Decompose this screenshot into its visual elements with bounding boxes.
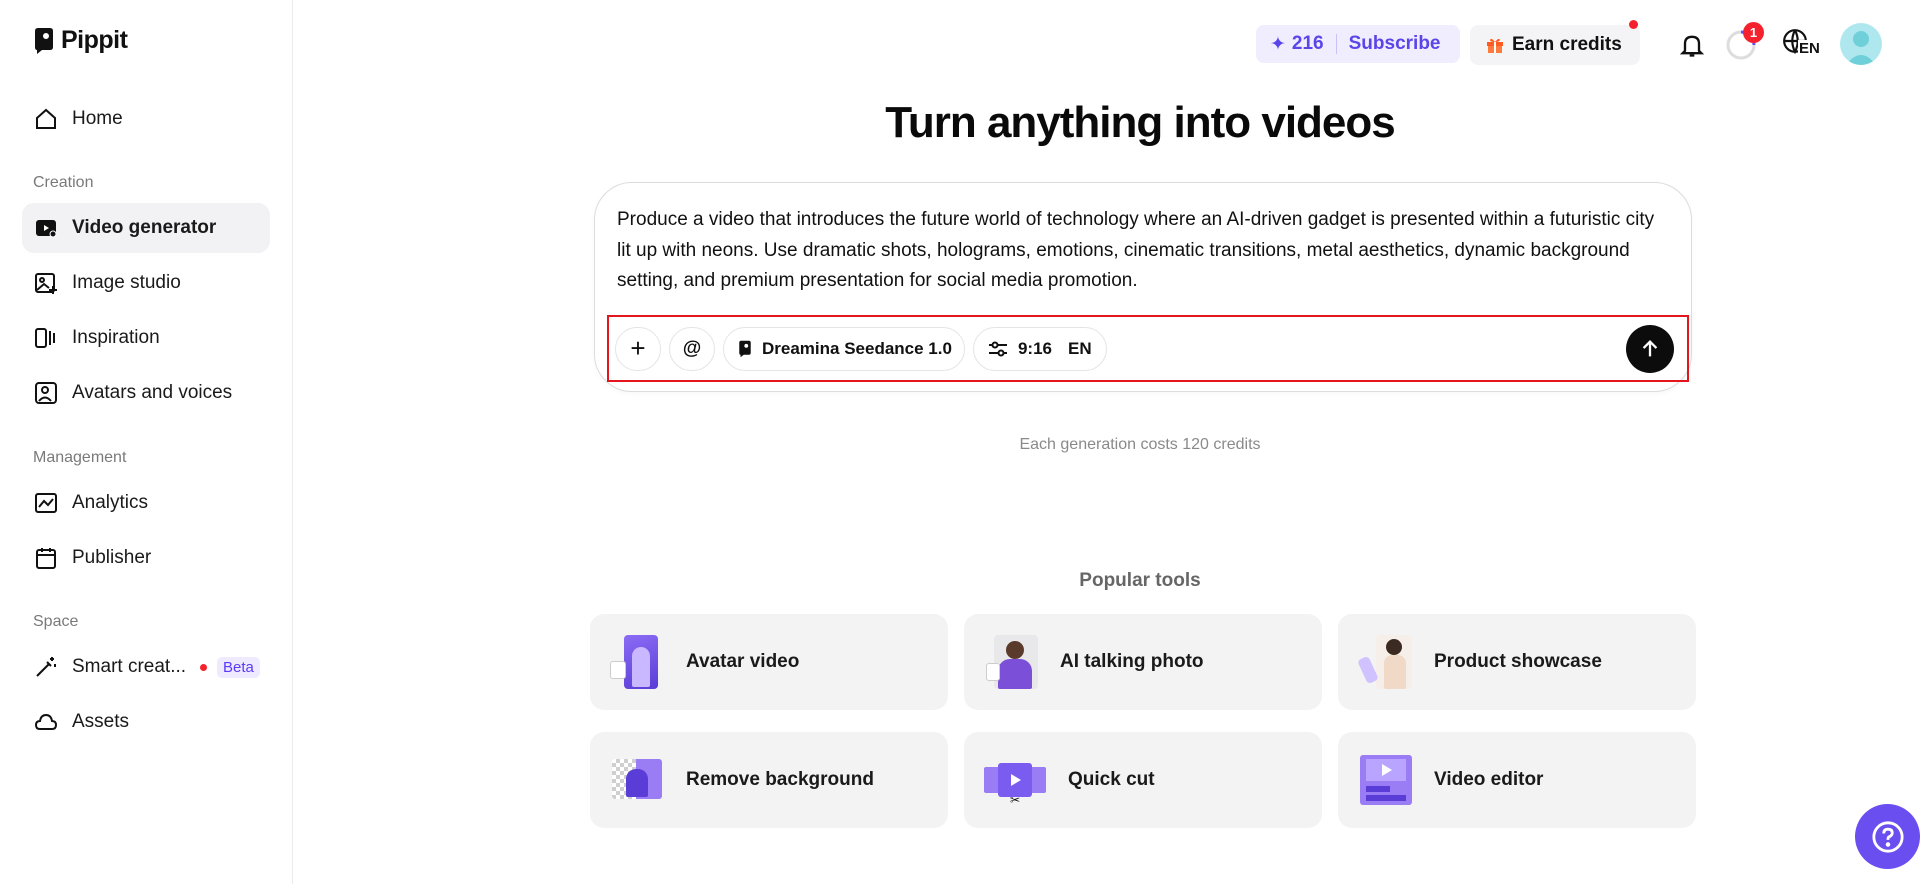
tool-card-quick-cut[interactable]: ✂ Quick cut <box>964 732 1322 828</box>
video-generator-icon <box>34 216 58 240</box>
home-icon <box>34 107 58 131</box>
brand-name: Pippit <box>61 26 128 54</box>
prompt-input[interactable]: Produce a video that introduces the futu… <box>617 205 1667 297</box>
sidebar-item-label: Image studio <box>72 272 181 293</box>
model-logo-icon <box>739 340 751 357</box>
new-indicator-dot <box>200 663 208 671</box>
page-title: Turn anything into videos <box>885 98 1396 147</box>
help-button[interactable] <box>1855 804 1920 869</box>
notifications-button[interactable] <box>1673 26 1711 64</box>
generation-cost-note: Each generation costs 120 credits <box>1019 436 1261 453</box>
sidebar-item-label: Analytics <box>72 492 149 513</box>
earn-credits-label: Earn credits <box>1512 34 1622 55</box>
sidebar-item-assets[interactable]: Assets <box>22 697 270 747</box>
tool-card-avatar-video[interactable]: Avatar video <box>590 614 948 710</box>
calendar-icon <box>34 546 58 570</box>
section-label-management: Management <box>33 449 127 466</box>
credits-pill[interactable]: ✦ 216 Subscribe <box>1256 25 1460 63</box>
sidebar-item-label: Video generator <box>72 217 217 238</box>
video-settings-button[interactable]: 9:16 EN <box>972 326 1107 371</box>
gift-icon <box>1487 38 1503 53</box>
tool-label: Video editor <box>1434 769 1544 790</box>
quick-cut-thumbnail: ✂ <box>984 753 1046 807</box>
prompt-composer: Produce a video that introduces the futu… <box>594 182 1692 392</box>
beta-badge: Beta <box>217 656 260 678</box>
tool-label: Quick cut <box>1068 769 1155 790</box>
task-count-badge: 1 <box>1743 22 1764 43</box>
tool-card-remove-background[interactable]: Remove background <box>590 732 948 828</box>
analytics-icon <box>34 491 58 515</box>
talking-photo-thumbnail <box>984 635 1038 689</box>
question-icon <box>1871 820 1904 853</box>
sidebar-item-analytics[interactable]: Analytics <box>22 478 270 528</box>
sidebar-item-inspiration[interactable]: Inspiration <box>22 313 270 363</box>
popular-tools-heading: Popular tools <box>1079 570 1201 591</box>
brand-logo[interactable]: Pippit <box>33 26 128 55</box>
aspect-ratio: 9:16 <box>1017 338 1052 358</box>
tool-card-ai-talking-photo[interactable]: AI talking photo <box>964 614 1322 710</box>
prompt-toolbar: + @ Dreamina Seedance 1.0 9:16 EN <box>607 315 1689 382</box>
plus-icon: + <box>630 333 646 363</box>
language-code: EN <box>1798 40 1821 57</box>
product-showcase-thumbnail <box>1357 635 1412 689</box>
tool-label: AI talking photo <box>1060 651 1204 672</box>
earn-credits-button[interactable]: Earn credits <box>1470 20 1640 65</box>
section-label-space: Space <box>33 613 79 630</box>
tool-card-product-showcase[interactable]: Product showcase <box>1338 614 1696 710</box>
section-label-creation: Creation <box>33 174 94 191</box>
tool-card-video-editor[interactable]: Video editor <box>1338 732 1696 828</box>
scissors-icon: ✂ <box>1010 793 1021 807</box>
user-avatar[interactable] <box>1840 23 1882 65</box>
avatar-video-thumbnail <box>610 635 664 689</box>
language-switcher[interactable]: EN <box>1780 26 1821 64</box>
bell-icon <box>1679 35 1705 57</box>
sidebar-item-label: Assets <box>72 711 130 732</box>
at-icon: @ <box>682 337 702 359</box>
sidebar-item-image-studio[interactable]: Image studio <box>22 258 270 308</box>
sidebar-item-label: Home <box>72 108 123 129</box>
output-language: EN <box>1067 338 1092 358</box>
sidebar-item-label: Smart creat... <box>72 656 187 677</box>
subscribe-button[interactable]: Subscribe <box>1349 33 1441 55</box>
arrow-up-icon <box>1642 340 1658 357</box>
sidebar-item-label: Inspiration <box>72 327 160 348</box>
image-studio-icon <box>34 271 58 295</box>
sidebar-item-smart-creation[interactable]: Smart creat... Beta <box>22 642 270 692</box>
task-progress-button[interactable]: 1 <box>1722 22 1764 64</box>
sidebar-item-label: Publisher <box>72 547 152 568</box>
notification-dot <box>1629 20 1638 29</box>
magic-wand-icon <box>34 655 58 679</box>
sparkle-icon: ✦ <box>1270 33 1286 55</box>
mention-button[interactable]: @ <box>669 326 715 371</box>
video-editor-thumbnail <box>1358 753 1412 807</box>
send-button[interactable] <box>1626 325 1674 373</box>
remove-background-thumbnail <box>610 753 664 807</box>
sliders-icon <box>988 341 1007 356</box>
user-avatar-icon <box>1846 31 1876 65</box>
sidebar: Pippit Home Creation Video generator Ima… <box>0 0 293 884</box>
tool-label: Avatar video <box>686 651 800 672</box>
add-attachment-button[interactable]: + <box>615 326 661 371</box>
inspiration-icon <box>34 326 58 350</box>
credit-count: 216 <box>1291 33 1324 54</box>
tool-label: Product showcase <box>1434 651 1602 672</box>
sidebar-item-avatars-voices[interactable]: Avatars and voices <box>22 368 270 418</box>
cloud-icon <box>34 710 58 734</box>
pippit-logo-icon <box>35 27 53 54</box>
sidebar-item-publisher[interactable]: Publisher <box>22 533 270 583</box>
tool-label: Remove background <box>686 769 874 790</box>
divider <box>1335 34 1337 54</box>
model-name: Dreamina Seedance 1.0 <box>762 338 952 358</box>
sidebar-item-label: Avatars and voices <box>72 382 233 403</box>
avatar-voice-icon <box>34 381 58 405</box>
sidebar-item-video-generator[interactable]: Video generator <box>22 203 270 253</box>
sidebar-item-home[interactable]: Home <box>22 94 270 144</box>
model-selector[interactable]: Dreamina Seedance 1.0 <box>723 326 965 371</box>
app-root: Pippit Home Creation Video generator Ima… <box>0 0 1920 884</box>
